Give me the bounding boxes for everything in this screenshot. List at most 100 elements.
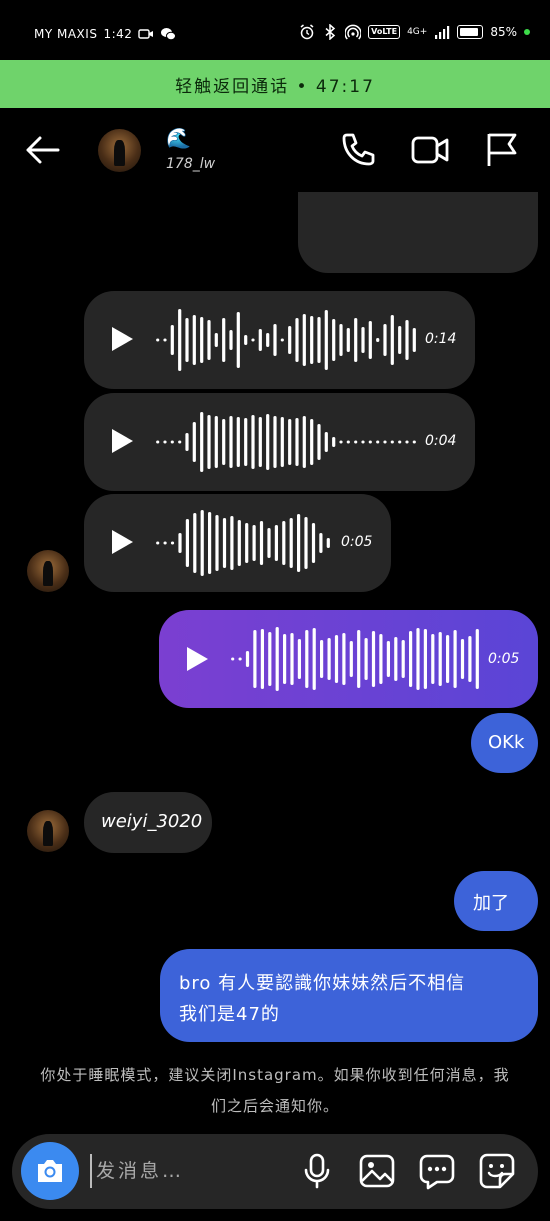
waveform-bar	[319, 533, 323, 553]
voice-message-bubble[interactable]: 0:05	[84, 494, 391, 592]
sent-text-bubble[interactable]: OKk	[471, 713, 538, 773]
waveform-bar	[368, 321, 372, 359]
waveform-bar	[324, 310, 328, 370]
notice-line-1: 你处于睡眠模式，建议关闭Instagram。如果你收到任何消息，我	[40, 1066, 510, 1084]
video-call-icon[interactable]	[410, 130, 450, 170]
waveform-bar	[244, 335, 248, 345]
waveform-bar	[295, 318, 299, 362]
waveform-bar	[357, 630, 361, 688]
contact-display-name[interactable]: 🌊	[166, 126, 191, 150]
waveform-bar	[258, 417, 262, 467]
clock: 1:42	[103, 27, 133, 41]
waveform-bar	[273, 324, 277, 356]
waveform-bar	[215, 515, 219, 571]
waveform-bar	[200, 510, 204, 576]
waveform-bar	[416, 628, 420, 690]
waveform-bar	[386, 641, 390, 677]
privacy-indicator-dot	[524, 29, 530, 35]
message-text: OKk	[488, 732, 525, 753]
waveform-bar	[222, 318, 226, 362]
voice-message-bubble[interactable]: 0:14	[84, 291, 475, 389]
waveform-bar	[207, 320, 211, 360]
waveform-bar	[324, 432, 328, 452]
waveform-bar	[412, 440, 416, 444]
waveform-bar	[208, 512, 212, 574]
partial-message-bubble[interactable]	[298, 192, 538, 273]
waveform-bar	[237, 520, 241, 566]
waveform-bar	[192, 422, 196, 462]
waveform-bar	[305, 630, 309, 688]
waveform-bar	[230, 516, 234, 570]
waveform-bar	[423, 629, 427, 689]
message-text: weiyi_3020	[101, 811, 203, 832]
waveform-bar	[405, 440, 409, 444]
waveform-bar	[311, 523, 316, 563]
waveform-bar	[192, 315, 196, 365]
waveform	[231, 627, 479, 691]
waveform-bar	[222, 419, 226, 465]
microphone-icon[interactable]	[298, 1152, 336, 1190]
waveform	[156, 309, 416, 371]
return-to-call-banner[interactable]: 轻触返回通话 • 47:17	[0, 60, 550, 108]
waveform-bar	[289, 518, 293, 568]
play-icon[interactable]	[110, 428, 134, 454]
hotspot-icon	[345, 24, 362, 40]
waveform-bar	[398, 326, 402, 354]
sticker-icon[interactable]	[478, 1152, 516, 1190]
camera-button[interactable]	[21, 1142, 79, 1200]
waveform-bar	[297, 514, 301, 572]
waveform-bar	[214, 416, 218, 468]
waveform-bar	[253, 630, 257, 688]
waveform-bar	[266, 333, 270, 347]
waveform-bar	[310, 316, 314, 364]
waveform-bar	[376, 440, 380, 444]
sender-avatar[interactable]	[27, 550, 69, 592]
play-icon[interactable]	[185, 646, 209, 672]
waveform-bar	[238, 657, 242, 661]
sent-text-bubble[interactable]: 加了	[454, 871, 538, 931]
message-text-line-1: bro 有人要認識你妹妹然后不相信	[179, 973, 466, 994]
play-icon[interactable]	[110, 326, 134, 352]
waveform-bar	[361, 440, 365, 444]
phone-call-icon[interactable]	[338, 130, 378, 170]
waveform-bar	[185, 519, 189, 567]
sent-text-bubble[interactable]: bro 有人要認識你妹妹然后不相信 我们是47的	[160, 949, 538, 1042]
status-right: VoLTE 4G+ 85%	[299, 24, 530, 40]
report-flag-icon[interactable]	[483, 130, 523, 170]
waveform-bar	[349, 641, 353, 677]
waveform-bar	[163, 338, 167, 342]
message-text-line-2: 我们是47的	[179, 1004, 280, 1025]
contact-username[interactable]: 178_lw	[166, 156, 215, 172]
waveform-bar	[170, 440, 174, 444]
back-arrow-icon[interactable]	[22, 132, 62, 168]
message-input[interactable]	[90, 1154, 280, 1188]
waveform-bar	[475, 629, 479, 689]
waveform-bar	[214, 333, 218, 347]
waveform-bar	[297, 639, 301, 679]
received-text-bubble[interactable]: weiyi_3020	[84, 792, 212, 853]
contact-avatar[interactable]	[98, 129, 141, 172]
waveform-bar	[185, 433, 189, 451]
waveform-bar	[383, 324, 387, 356]
waveform-bar	[170, 541, 175, 545]
voice-message-bubble[interactable]: 0:04	[84, 393, 475, 491]
waveform-bar	[339, 440, 343, 444]
waveform-bar	[361, 327, 365, 353]
waveform-bar	[288, 419, 292, 465]
play-icon[interactable]	[110, 529, 134, 555]
waveform-bar	[390, 440, 394, 444]
waveform-bar	[401, 640, 405, 678]
gallery-icon[interactable]	[358, 1152, 396, 1190]
sender-avatar[interactable]	[27, 810, 69, 852]
waveform-bar	[200, 412, 204, 472]
waveform-bar	[334, 635, 339, 683]
waveform-bar	[178, 309, 182, 371]
more-options-icon[interactable]	[418, 1152, 456, 1190]
voice-duration: 0:04	[425, 433, 457, 449]
waveform-bar	[280, 338, 284, 342]
waveform-bar	[251, 415, 255, 469]
waveform-bar	[236, 312, 240, 368]
waveform-bar	[260, 629, 264, 689]
voice-duration: 0:05	[488, 651, 520, 667]
voice-message-bubble-sent[interactable]: 0:05	[159, 610, 538, 708]
